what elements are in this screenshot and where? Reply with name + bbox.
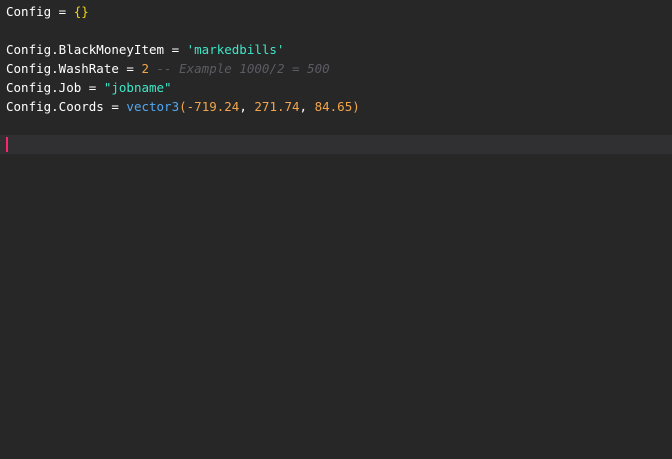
code-area[interactable]: Config = {}​Config.BlackMoneyItem = 'mar… [0, 2, 672, 154]
string-token: "jobname" [103, 80, 172, 95]
number-token: -719.24 [186, 99, 240, 114]
paren-token: ( [179, 99, 187, 114]
code-line[interactable]: ​ [6, 21, 672, 40]
brace-token: {} [73, 4, 89, 19]
code-text: = [164, 42, 187, 57]
code-line[interactable]: Config.Coords = vector3(-719.24, 271.74,… [6, 97, 672, 116]
code-line[interactable]: Config.WashRate = 2 -- Example 1000/2 = … [6, 59, 672, 78]
comment-token: -- Example 1000/2 = 500 [156, 61, 330, 76]
code-text: , [299, 99, 315, 114]
code-text: = [81, 80, 104, 95]
code-text: Config [6, 4, 52, 19]
code-text: = [118, 61, 142, 76]
number-token: 271.74 [254, 99, 300, 114]
code-line[interactable]: ​ [6, 116, 672, 135]
number-token: 2 [141, 61, 149, 76]
code-line[interactable]: Config.Job = "jobname" [6, 78, 672, 97]
code-text: Config.BlackMoneyItem [6, 42, 165, 57]
text-cursor [6, 137, 8, 152]
code-text: , [239, 99, 255, 114]
code-line[interactable]: Config.BlackMoneyItem = 'markedbills' [6, 40, 672, 59]
code-editor[interactable]: Config = {}​Config.BlackMoneyItem = 'mar… [0, 0, 672, 459]
code-text: = [51, 4, 74, 19]
current-line[interactable]: ​ [0, 135, 672, 154]
code-line[interactable]: Config = {} [6, 2, 672, 21]
code-text: Config.WashRate [6, 61, 119, 76]
function-token: vector3 [126, 99, 180, 114]
paren-token: ) [352, 99, 360, 114]
string-token: 'markedbills' [186, 42, 285, 57]
code-text: Config.Coords [6, 99, 104, 114]
code-text: = [103, 99, 127, 114]
code-text: Config.Job [6, 80, 82, 95]
number-token: 84.65 [314, 99, 353, 114]
